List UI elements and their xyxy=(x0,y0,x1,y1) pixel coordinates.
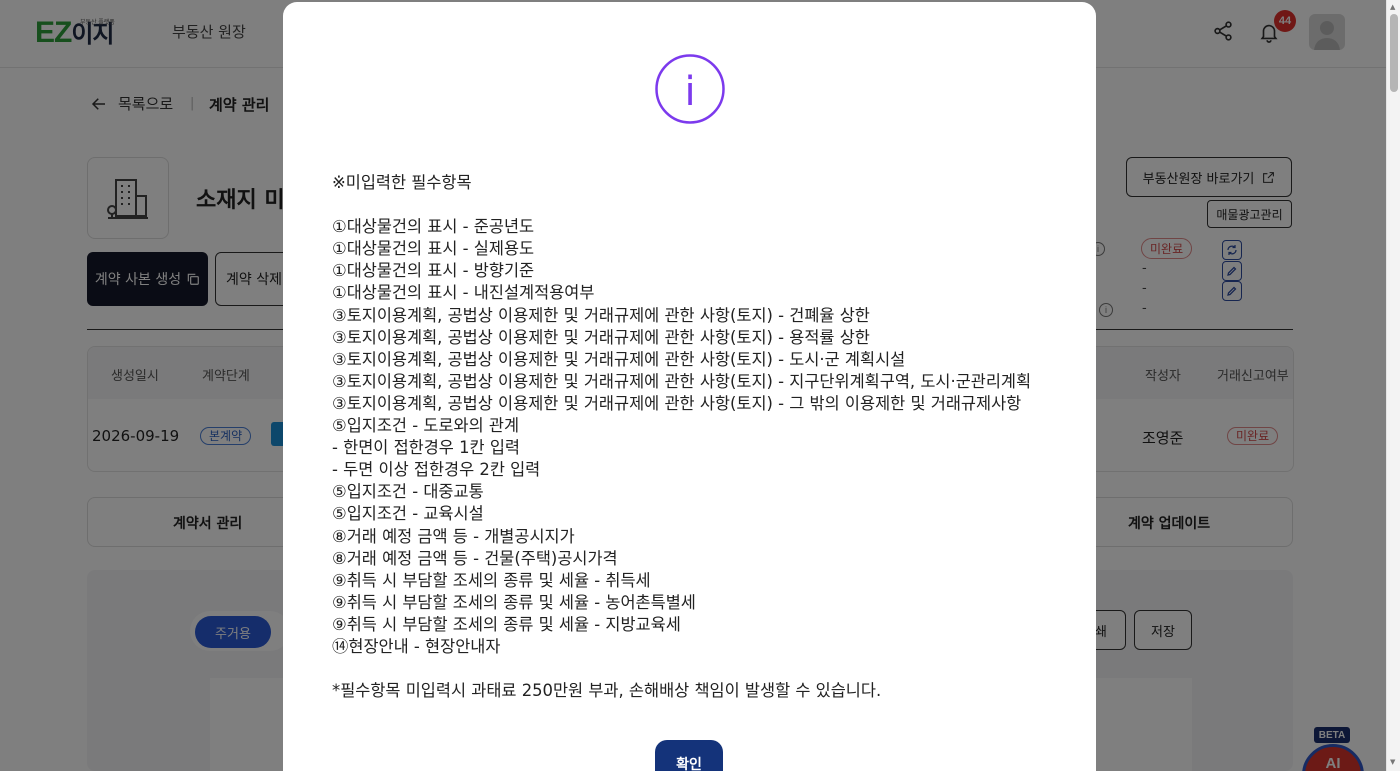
missing-item: - 한면이 접한경우 1칸 입력 xyxy=(332,438,520,458)
missing-item: ①대상물건의 표시 - 방향기준 xyxy=(332,261,535,281)
missing-item: - 두면 이상 접한경우 2칸 입력 xyxy=(332,460,541,480)
missing-item: ⑨취득 시 부담할 조세의 종류 및 세율 - 지방교육세 xyxy=(332,614,681,634)
missing-item: ⑤입지조건 - 교육시설 xyxy=(332,504,484,524)
missing-item: ⑧거래 예정 금액 등 - 개별공시지가 xyxy=(332,526,575,546)
missing-item: ③토지이용계획, 공법상 이용제한 및 거래규제에 관한 사항(토지) - 건폐… xyxy=(332,305,870,325)
info-symbol: i xyxy=(684,69,695,115)
missing-item: ⑭현장안내 - 현장안내자 xyxy=(332,636,501,656)
page-scrollbar[interactable]: ▲ ▼ xyxy=(1386,0,1400,771)
info-circle-icon: i xyxy=(655,54,725,124)
missing-item: ①대상물건의 표시 - 준공년도 xyxy=(332,217,535,237)
modal-footer-note: *필수항목 미입력시 과태료 250만원 부과, 손해배상 책임이 발생할 수 … xyxy=(332,681,882,701)
missing-item: ⑨취득 시 부담할 조세의 종류 및 세율 - 농어촌특별세 xyxy=(332,592,696,612)
missing-item: ⑨취득 시 부담할 조세의 종류 및 세율 - 취득세 xyxy=(332,570,651,590)
missing-item: ①대상물건의 표시 - 실제용도 xyxy=(332,239,535,259)
missing-item: ⑧거래 예정 금액 등 - 건물(주택)공시가격 xyxy=(332,548,618,568)
missing-item: ③토지이용계획, 공법상 이용제한 및 거래규제에 관한 사항(토지) - 도시… xyxy=(332,349,906,369)
modal-message: ※미입력한 필수항목​①대상물건의 표시 - 준공년도①대상물건의 표시 - 실… xyxy=(332,172,1062,702)
scroll-up-arrow-icon[interactable]: ▲ xyxy=(1390,3,1395,11)
missing-item: ③토지이용계획, 공법상 이용제한 및 거래규제에 관한 사항(토지) - 그 … xyxy=(332,393,1022,413)
missing-item: ⑤입지조건 - 대중교통 xyxy=(332,482,484,502)
confirm-button[interactable]: 확인 xyxy=(655,740,723,771)
missing-item: ③토지이용계획, 공법상 이용제한 및 거래규제에 관한 사항(토지) - 지구… xyxy=(332,371,1032,391)
scroll-down-arrow-icon[interactable]: ▼ xyxy=(1390,758,1395,766)
missing-item: ③토지이용계획, 공법상 이용제한 및 거래규제에 관한 사항(토지) - 용적… xyxy=(332,327,870,347)
missing-items-list: ①대상물건의 표시 - 준공년도 ①대상물건의 표시 - 실제용도 ①대상물건의 표… xyxy=(332,216,1062,658)
missing-item: ⑤입지조건 - 도로와의 관계 xyxy=(332,416,520,436)
missing-item: ①대상물건의 표시 - 내진설계적용여부 xyxy=(332,283,595,303)
modal-header-line: ※미입력한 필수항목 xyxy=(332,173,472,192)
scroll-thumb[interactable] xyxy=(1390,14,1398,92)
required-fields-modal: i ※미입력한 필수항목​①대상물건의 표시 - 준공년도①대상물건의 표시 -… xyxy=(283,2,1096,771)
